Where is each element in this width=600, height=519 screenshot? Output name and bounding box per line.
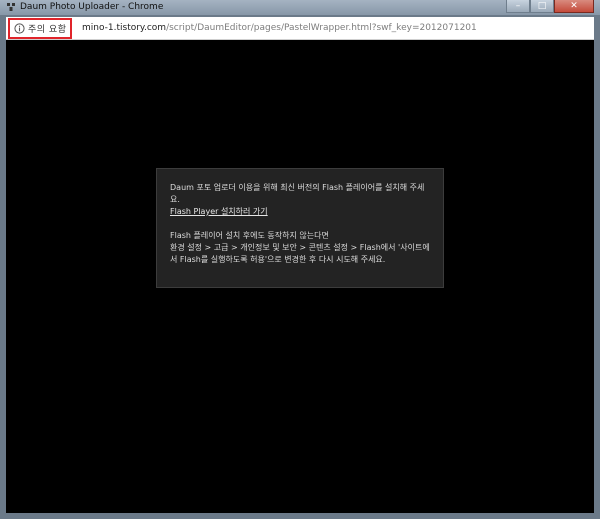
title-bar[interactable]: Daum Photo Uploader - Chrome – □ ✕ (0, 0, 600, 15)
url-text[interactable]: mino-1.tistory.com/script/DaumEditor/pag… (82, 22, 477, 34)
notice-spacer (170, 218, 430, 230)
flash-install-link[interactable]: Flash Player 설치하러 가기 (170, 207, 268, 216)
notice-install-message: Daum 포토 업로더 이용을 위해 최신 버전의 Flash 플레이어를 설치… (170, 183, 425, 204)
notice-settings-instructions: 환경 설정 > 고급 > 개인정보 및 보안 > 콘텐츠 설정 > Flash에… (170, 243, 430, 264)
security-warning-badge[interactable]: 주의 요함 (8, 18, 73, 39)
page-content: Daum 포토 업로더 이용을 위해 최신 버전의 Flash 플레이어를 설치… (6, 40, 594, 513)
url-path: /script/DaumEditor/pages/PastelWrapper.h… (166, 23, 477, 33)
window-title: Daum Photo Uploader - Chrome (20, 2, 164, 12)
uploader-icon (7, 3, 15, 11)
notice-fallback-message: Flash 플레이어 설치 후에도 동작하지 않는다면 (170, 231, 329, 240)
minimize-button[interactable]: – (506, 0, 530, 13)
security-warning-label: 주의 요함 (28, 25, 67, 35)
flash-notice-box: Daum 포토 업로더 이용을 위해 최신 버전의 Flash 플레이어를 설치… (156, 168, 444, 288)
browser-window: Daum Photo Uploader - Chrome – □ ✕ 주의 요함… (0, 0, 600, 519)
info-icon (14, 23, 25, 34)
window-controls: – □ ✕ (506, 0, 594, 14)
url-host: mino-1.tistory.com (82, 23, 167, 33)
address-bar[interactable]: 주의 요함 mino-1.tistory.com/script/DaumEdit… (6, 17, 594, 40)
close-button[interactable]: ✕ (554, 0, 594, 13)
maximize-button[interactable]: □ (530, 0, 554, 13)
